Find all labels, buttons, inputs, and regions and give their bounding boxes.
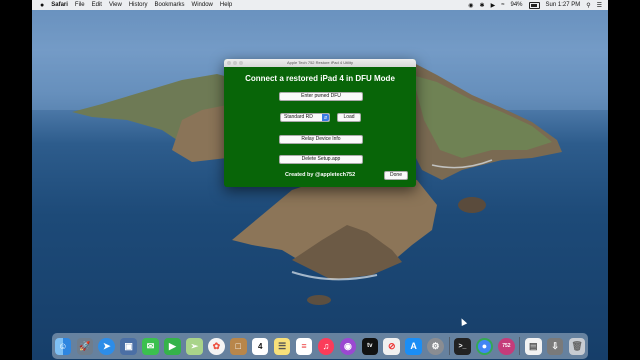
minimize-button[interactable] [233, 61, 237, 65]
photos-browser-icon[interactable]: ▣ [120, 337, 137, 355]
calendar-icon[interactable]: 4 [251, 337, 269, 355]
desktop: ● Safari File Edit View History Bookmark… [32, 0, 608, 360]
ramdisk-select-value: Standard RD [284, 114, 313, 120]
load-button[interactable]: Load [337, 113, 361, 122]
zoom-button[interactable] [239, 61, 243, 65]
delete-setup-app-button[interactable]: Delete Setup.app [279, 155, 363, 164]
window-title: Apple Tech 752 Restore iPad 4 Utility [287, 60, 353, 65]
notes-icon[interactable]: ☰ [273, 337, 291, 355]
done-button[interactable]: Done [384, 171, 408, 180]
menu-bookmarks[interactable]: Bookmarks [155, 2, 185, 8]
menu-history[interactable]: History [129, 2, 148, 8]
clock[interactable]: Sun 1:27 PM [546, 2, 581, 8]
finder-icon[interactable]: ☺ [54, 337, 72, 355]
app752-icon[interactable]: 752 [498, 337, 515, 355]
ramdisk-select[interactable]: Standard RD ⇵ [280, 113, 330, 122]
menu-window[interactable]: Window [192, 2, 213, 8]
facetime-icon[interactable]: ▶ [164, 337, 181, 355]
music-icon[interactable]: ♫ [317, 337, 335, 355]
appletv-icon[interactable]: tv [361, 337, 379, 355]
chrome-icon[interactable]: ● [476, 337, 493, 355]
podcasts-icon[interactable]: ◉ [339, 337, 357, 355]
title-bar: Apple Tech 752 Restore iPad 4 Utility [224, 59, 416, 67]
dock: ☺ 🚀 ➤ ▣ ✉ ▶ ➢ ✿ □ 4 ☰ ≡ ♫ ◉ tv ⊘ A ⚙ >_ … [52, 333, 588, 359]
relay-device-info-button[interactable]: Relay Device Info [279, 135, 363, 144]
status-area: ◉ ✱ ▶ ≈ 94% Sun 1:27 PM ⚲ ☰ [462, 1, 602, 9]
siri-status-icon[interactable]: ◉ [468, 2, 473, 9]
terminal-icon[interactable]: >_ [454, 337, 471, 355]
appstore-icon[interactable]: A [405, 337, 422, 355]
apple-menu-icon[interactable]: ● [40, 2, 44, 9]
system-preferences-icon[interactable]: ⚙ [427, 337, 444, 355]
news-icon[interactable]: ⊘ [383, 337, 400, 355]
menu-app-name[interactable]: Safari [51, 2, 68, 8]
calendar-day: 4 [257, 341, 263, 351]
utility-dialog: Apple Tech 752 Restore iPad 4 Utility Co… [224, 59, 416, 187]
bluetooth-icon[interactable]: ✱ [480, 2, 485, 9]
launchpad-icon[interactable]: 🚀 [76, 337, 94, 355]
dock-separator [448, 337, 450, 355]
maps-icon[interactable]: ➢ [186, 337, 203, 355]
menu-file[interactable]: File [75, 2, 85, 8]
notification-center-icon[interactable]: ☰ [597, 2, 602, 9]
close-button[interactable] [227, 61, 231, 65]
photos-icon[interactable]: ✿ [208, 337, 225, 355]
app752-label: 752 [502, 343, 511, 349]
dock-separator-2 [519, 337, 521, 355]
battery-icon[interactable] [528, 1, 540, 9]
messages-icon[interactable]: ✉ [142, 337, 159, 355]
enter-pwned-dfu-button[interactable]: Enter pwned DFU [279, 92, 363, 101]
downloads-icon[interactable]: ⇩ [546, 337, 564, 355]
menu-view[interactable]: View [109, 2, 122, 8]
dialog-heading: Connect a restored iPad 4 in DFU Mode [245, 74, 395, 83]
notes-books-icon[interactable]: □ [229, 337, 247, 355]
safari-icon[interactable]: ➤ [98, 337, 115, 355]
menu-edit[interactable]: Edit [92, 2, 102, 8]
reminders-icon[interactable]: ≡ [295, 337, 313, 355]
select-chevron-icon: ⇵ [322, 114, 329, 121]
wifi-icon[interactable]: ≈ [501, 2, 504, 8]
document-icon[interactable]: ▤ [525, 337, 542, 355]
battery-percent[interactable]: 94% [511, 2, 523, 8]
trash-icon[interactable]: 🗑 [568, 337, 586, 355]
credit-label: Created by @appletech752 [285, 172, 356, 178]
menu-help[interactable]: Help [220, 2, 232, 8]
menu-bar: ● Safari File Edit View History Bookmark… [32, 0, 608, 10]
search-icon[interactable]: ⚲ [586, 2, 590, 9]
volume-icon[interactable]: ▶ [491, 2, 496, 9]
